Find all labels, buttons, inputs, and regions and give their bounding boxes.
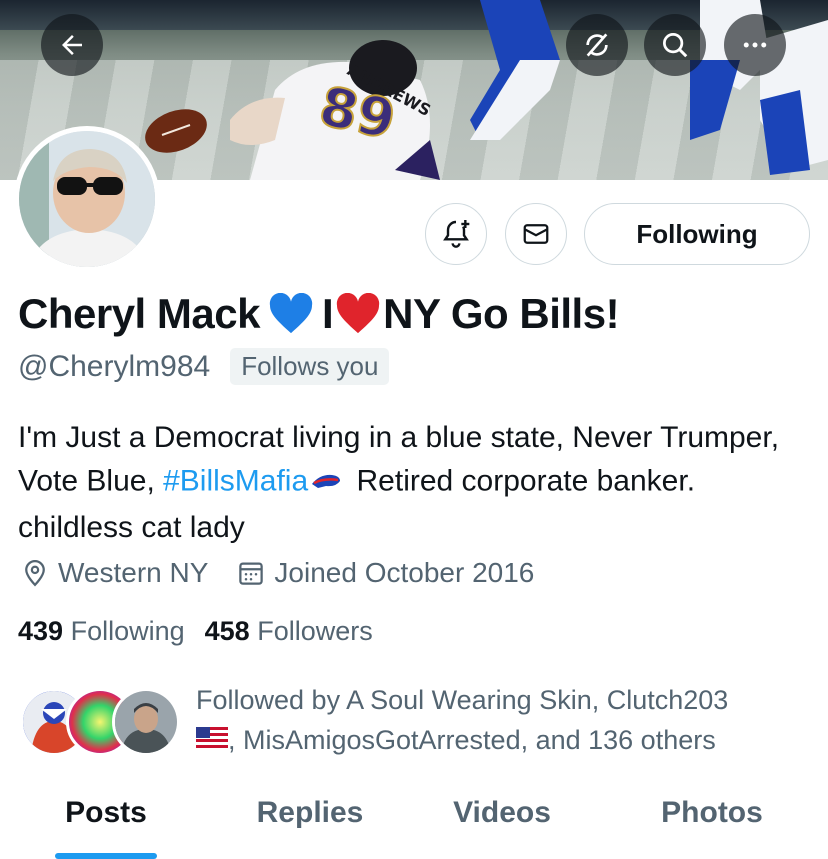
back-button[interactable] [41, 14, 103, 76]
follower-avatar-3 [112, 688, 180, 756]
tab-active-indicator [55, 853, 157, 859]
display-name-text: Cheryl Mack [18, 290, 260, 337]
followers-count: 458 [204, 616, 250, 646]
handle-row: @Cherylm984 Follows you [18, 348, 390, 385]
message-button[interactable] [505, 203, 567, 265]
following-label: Following [70, 616, 185, 646]
avatar-photo [19, 131, 155, 267]
search-button[interactable] [644, 14, 706, 76]
followers-label: Followers [257, 616, 373, 646]
followed-by-line1: Followed by A Soul Wearing Skin, Clutch2… [196, 685, 729, 715]
profile-meta: Western NY Joined October 2016 [20, 557, 562, 589]
location-text: Western NY [58, 557, 209, 588]
tab-videos-label: Videos [453, 796, 551, 829]
display-name-text-ny: NY Go Bills! [383, 290, 620, 337]
following-count-link[interactable]: 439 Following [18, 616, 185, 647]
followed-by-line2: , MisAmigosGotArrested, and 136 others [228, 725, 716, 756]
join-date: Joined October 2016 [236, 557, 534, 589]
followed-by-text[interactable]: Followed by A Soul Wearing Skin, Clutch2… [196, 680, 816, 764]
followed-by-avatars[interactable] [20, 688, 180, 758]
location: Western NY [20, 557, 208, 589]
following-count: 439 [18, 616, 64, 646]
blue-heart-icon [268, 293, 314, 335]
tab-videos[interactable]: Videos [408, 780, 596, 859]
bell-plus-icon [443, 220, 470, 248]
bio: I'm Just a Democrat living in a blue sta… [18, 416, 808, 549]
tab-photos-label: Photos [661, 796, 763, 829]
bio-hashtag-link[interactable]: #BillsMafia [163, 464, 308, 497]
follows-you-badge: Follows you [230, 348, 390, 385]
follow-counts: 439 Following 458 Followers [18, 616, 393, 647]
tab-posts-label: Posts [65, 796, 147, 829]
us-flag-icon [196, 720, 228, 760]
tab-posts[interactable]: Posts [0, 780, 212, 859]
join-date-text: Joined October 2016 [274, 557, 535, 588]
calendar-icon [239, 562, 264, 585]
more-button[interactable] [724, 14, 786, 76]
envelope-icon [523, 224, 549, 244]
followers-count-link[interactable]: 458 Followers [205, 616, 373, 647]
bills-logo-icon [310, 459, 342, 502]
display-name-text-i: I [321, 290, 334, 337]
sync-off-icon [586, 33, 608, 57]
following-button[interactable]: Following [584, 203, 810, 265]
profile-avatar[interactable] [14, 126, 160, 272]
profile-tabs: Posts Replies Videos Photos [0, 780, 828, 859]
red-heart-icon [335, 293, 381, 335]
more-horizontal-icon [743, 42, 767, 48]
notify-button[interactable] [425, 203, 487, 265]
sync-button[interactable] [566, 14, 628, 76]
location-pin-icon [25, 559, 45, 587]
user-handle: @Cherylm984 [18, 349, 211, 383]
tab-replies[interactable]: Replies [212, 780, 408, 859]
search-icon [663, 33, 688, 58]
arrow-left-icon [62, 35, 82, 55]
tab-photos[interactable]: Photos [596, 780, 828, 859]
display-name: Cheryl Mack I NY Go Bills! [18, 290, 620, 338]
tab-replies-label: Replies [256, 796, 364, 829]
